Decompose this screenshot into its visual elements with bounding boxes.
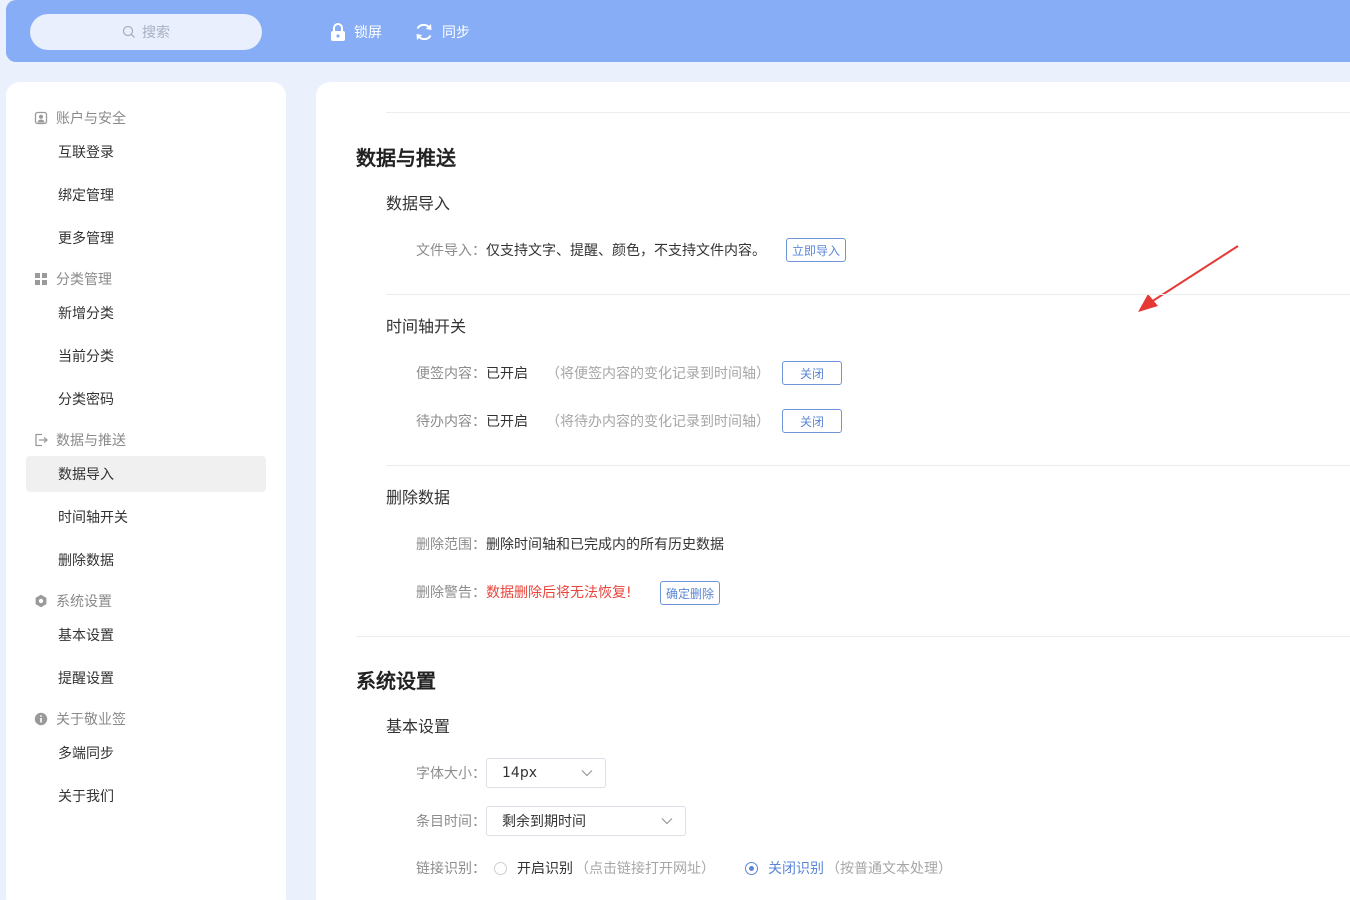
link-recognition-label: 链接识别： (416, 861, 486, 877)
divider (386, 465, 1350, 466)
section-title-system-settings: 系统设置 (356, 669, 436, 693)
file-import-value: 仅支持文字、提醒、颜色，不支持文件内容。 (486, 243, 766, 259)
account-icon (34, 111, 48, 125)
sidebar-item-category-password[interactable]: 分类密码 (26, 381, 266, 417)
font-size-row: 字体大小： (416, 761, 486, 785)
chevron-down-icon (581, 770, 593, 777)
sidebar-item-basic-settings[interactable]: 基本设置 (26, 617, 266, 653)
sidebar-item-reminder-settings[interactable]: 提醒设置 (26, 660, 266, 696)
sidebar-item-data-import[interactable]: 数据导入 (26, 456, 266, 492)
sidebar-item-binding-management[interactable]: 绑定管理 (26, 177, 266, 213)
link-on-hint: （点击链接打开网址） (575, 861, 715, 877)
file-import-row: 文件导入： 仅支持文字、提醒、颜色，不支持文件内容。 (416, 238, 766, 262)
group-title-label: 系统设置 (56, 594, 112, 610)
font-size-value: 14px (502, 765, 537, 781)
item-time-value: 剩余到期时间 (502, 814, 586, 830)
import-now-button[interactable]: 立即导入 (786, 238, 846, 262)
file-import-label: 文件导入： (416, 243, 486, 259)
sidebar-item-timeline-switch[interactable]: 时间轴开关 (26, 499, 266, 535)
sidebar-item-add-category[interactable]: 新增分类 (26, 295, 266, 331)
todo-content-label: 待办内容： (416, 414, 486, 430)
todo-timeline-close-button[interactable]: 关闭 (782, 409, 842, 433)
group-system-settings: 系统设置 (34, 591, 112, 611)
sidebar-item-about-us[interactable]: 关于我们 (26, 778, 266, 814)
link-recognition-row: 链接识别： 开启识别 （点击链接打开网址） 关闭识别 （按普通文本处理） (416, 856, 952, 880)
item-time-label: 条目时间： (416, 814, 486, 830)
group-category-management: 分类管理 (34, 269, 112, 289)
link-on-label: 开启识别 (517, 861, 573, 877)
settings-sidebar: 账户与安全 互联登录 绑定管理 更多管理 分类管理 新增分类 当前分类 分类密码… (6, 82, 286, 900)
search-input[interactable]: 搜索 (30, 14, 262, 50)
item-time-row: 条目时间： (416, 809, 486, 833)
info-icon (34, 712, 48, 726)
radio-circle (494, 861, 507, 875)
settings-content: 数据与推送 数据导入 文件导入： 仅支持文字、提醒、颜色，不支持文件内容。 立即… (316, 82, 1350, 900)
todo-content-status: 已开启 (486, 414, 528, 430)
top-bar: 搜索 锁屏 同步 (6, 0, 1350, 62)
sync-label: 同步 (442, 25, 470, 41)
link-recognition-on-radio[interactable]: 开启识别 （点击链接打开网址） (494, 858, 715, 878)
delete-scope-label: 删除范围： (416, 537, 486, 553)
sync-button[interactable]: 同步 (414, 20, 470, 44)
font-size-select[interactable]: 14px (486, 758, 606, 788)
note-content-status: 已开启 (486, 366, 528, 382)
divider (386, 294, 1350, 295)
divider (386, 112, 1350, 113)
note-content-label: 便签内容： (416, 366, 486, 382)
sidebar-item-multi-device-sync[interactable]: 多端同步 (26, 735, 266, 771)
confirm-delete-button[interactable]: 确定删除 (660, 581, 720, 605)
subsection-title-delete-data: 删除数据 (386, 488, 451, 507)
todo-content-hint: （将待办内容的变化记录到时间轴） (546, 414, 770, 430)
delete-warning-label: 删除警告： (416, 585, 486, 601)
group-title-label: 数据与推送 (56, 433, 126, 449)
todo-timeline-row: 待办内容： 已开启 （将待办内容的变化记录到时间轴） (416, 409, 770, 433)
item-time-select[interactable]: 剩余到期时间 (486, 806, 686, 836)
delete-warning-row: 删除警告： 数据删除后将无法恢复! (416, 580, 632, 604)
group-account-security: 账户与安全 (34, 108, 126, 128)
link-off-hint: （按普通文本处理） (826, 861, 952, 877)
sidebar-item-current-category[interactable]: 当前分类 (26, 338, 266, 374)
note-timeline-row: 便签内容： 已开启 （将便签内容的变化记录到时间轴） (416, 361, 770, 385)
export-icon (34, 433, 48, 447)
note-timeline-close-button[interactable]: 关闭 (782, 361, 842, 385)
sync-icon (416, 23, 432, 41)
link-off-label: 关闭识别 (768, 861, 824, 877)
lock-label: 锁屏 (354, 25, 382, 41)
group-data-push: 数据与推送 (34, 430, 126, 450)
delete-scope-value: 删除时间轴和已完成内的所有历史数据 (486, 537, 724, 553)
note-content-hint: （将便签内容的变化记录到时间轴） (546, 366, 770, 382)
lock-icon (331, 23, 345, 41)
sidebar-item-more-management[interactable]: 更多管理 (26, 220, 266, 256)
delete-scope-row: 删除范围： 删除时间轴和已完成内的所有历史数据 (416, 532, 724, 556)
sidebar-item-connected-login[interactable]: 互联登录 (26, 134, 266, 170)
subsection-title-timeline: 时间轴开关 (386, 317, 467, 336)
section-title-data-push: 数据与推送 (356, 146, 456, 170)
search-icon (122, 25, 135, 38)
grid-icon (34, 272, 48, 286)
delete-warning-value: 数据删除后将无法恢复! (486, 585, 632, 601)
chevron-down-icon (661, 818, 673, 825)
group-title-label: 账户与安全 (56, 111, 126, 127)
sidebar-item-delete-data[interactable]: 删除数据 (26, 542, 266, 578)
annotation-arrow (1138, 245, 1239, 312)
font-size-label: 字体大小： (416, 766, 486, 782)
link-recognition-off-radio[interactable]: 关闭识别 （按普通文本处理） (745, 858, 952, 878)
lock-screen-button[interactable]: 锁屏 (330, 20, 382, 44)
group-title-label: 关于敬业签 (56, 712, 126, 728)
search-placeholder: 搜索 (142, 25, 170, 41)
radio-circle-selected (745, 861, 758, 875)
gear-icon (34, 594, 48, 608)
divider (356, 636, 1350, 637)
group-about: 关于敬业签 (34, 709, 126, 729)
group-title-label: 分类管理 (56, 272, 112, 288)
subsection-title-data-import: 数据导入 (386, 194, 451, 213)
subsection-title-basic-settings: 基本设置 (386, 717, 451, 736)
